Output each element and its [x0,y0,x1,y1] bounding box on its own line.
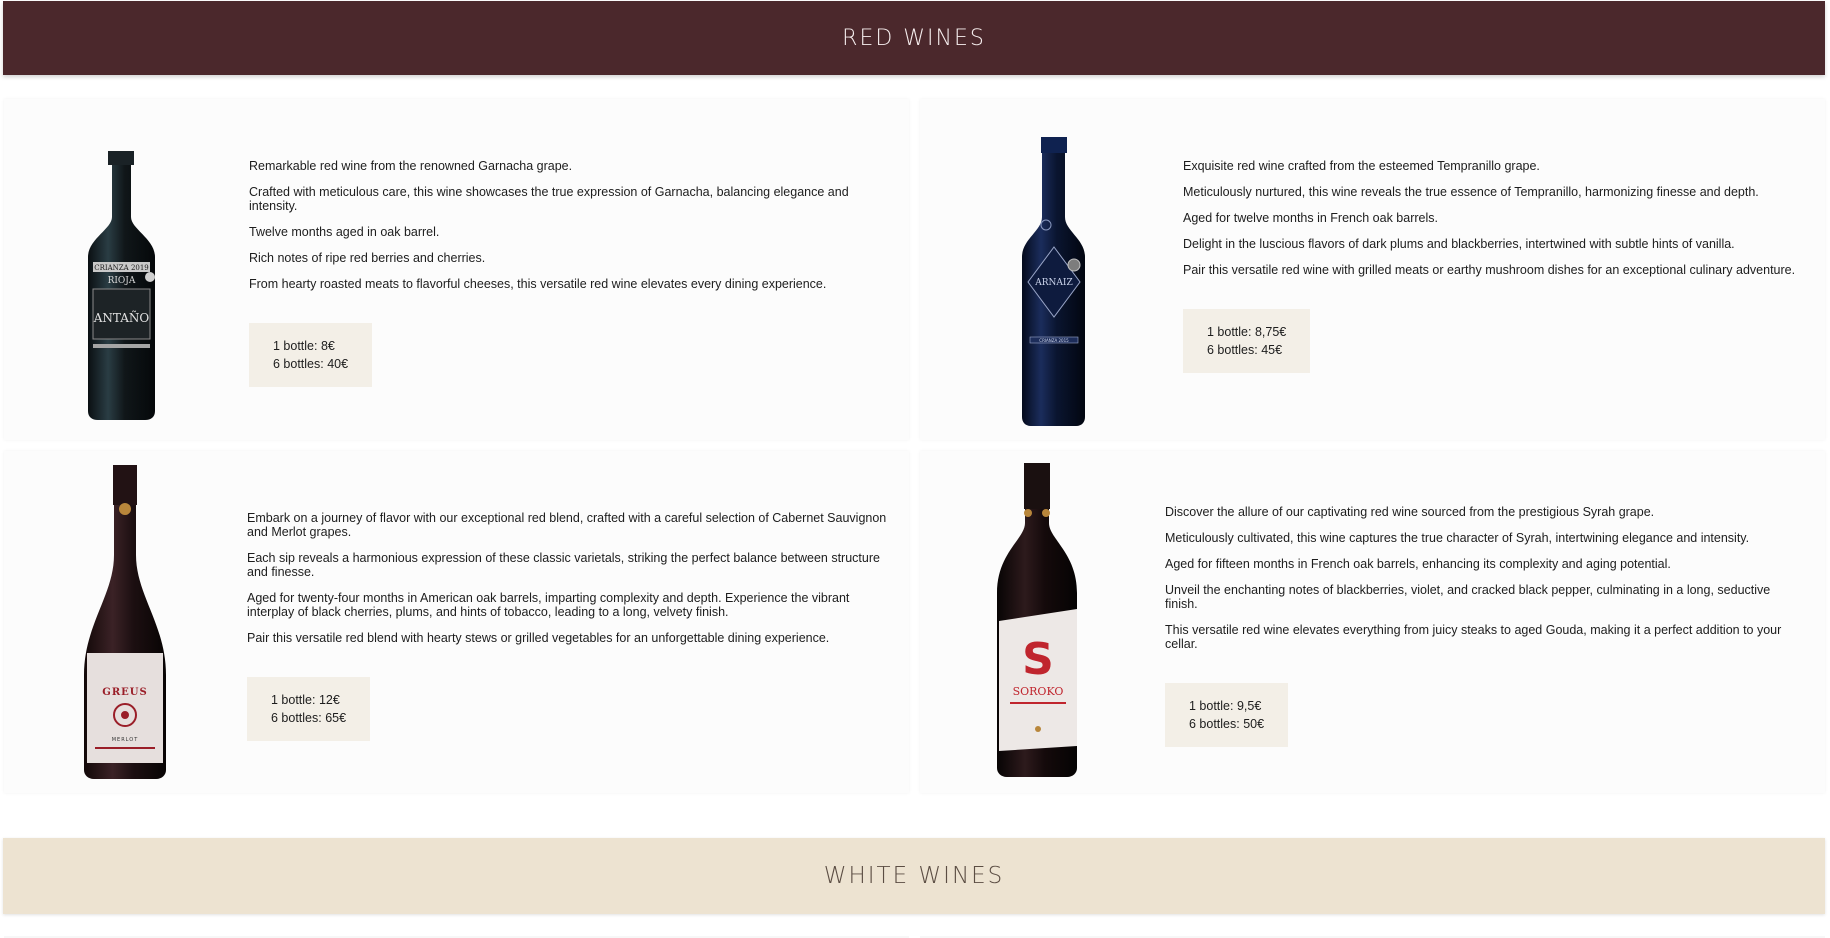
wine-desc-paragraph: This versatile red wine elevates everyth… [1165,623,1782,651]
bottle-label-region: RIOJA [108,276,136,286]
price-single: 1 bottle: 9,5€ [1189,699,1262,713]
wine-description: Remarkable red wine from the renowned Ga… [249,159,879,387]
wine-card: GREUS MERLOT Embark on a journey of flav… [4,451,909,793]
wine-desc-paragraph: Remarkable red wine from the renowned Ga… [249,159,573,173]
white-wines-header: White Wines [3,838,1825,914]
wine-description: Discover the allure of our captivating r… [1165,505,1805,747]
wine-desc-paragraph: Delight in the luscious flavors of dark … [1183,237,1735,251]
wine-desc-paragraph: Aged for twenty-four months in American … [247,591,850,619]
bottle-label-brand: SOROKO [1013,685,1064,698]
price-single: 1 bottle: 8,75€ [1207,325,1287,339]
wine-bottle-icon: S SOROKO [997,463,1077,777]
red-wines-title: Red Wines [842,25,986,51]
price-box: 1 bottle: 8,75€ 6 bottles: 45€ [1183,309,1311,373]
wine-desc-paragraph: From hearty roasted meats to flavorful c… [249,277,827,291]
bottle-label-brand: ANTAÑO [93,310,150,325]
wine-desc-paragraph: Discover the allure of our captivating r… [1165,505,1655,519]
wine-desc-paragraph: Each sip reveals a harmonious expression… [247,551,880,579]
bottle-label-logo: S [1022,634,1054,685]
wine-bottle-icon: ARNAIZ CRIANZA 2015 [1022,137,1085,426]
wine-desc-paragraph: Embark on a journey of flavor with our e… [247,511,887,539]
price-six: 6 bottles: 40€ [273,357,349,371]
wine-desc-paragraph: Exquisite red wine crafted from the este… [1183,159,1540,173]
price-six: 6 bottles: 50€ [1189,717,1265,731]
wine-desc-paragraph: Pair this versatile red wine with grille… [1183,263,1796,277]
price-box: 1 bottle: 9,5€ 6 bottles: 50€ [1165,683,1289,747]
wine-description: Embark on a journey of flavor with our e… [247,511,887,741]
bottle-label-vintage: CRIANZA 2015 [1039,338,1069,343]
red-wines-header: Red Wines [3,1,1825,75]
wine-desc-paragraph: Pair this versatile red blend with heart… [247,631,830,645]
bottle-label-brand: GREUS [102,687,147,698]
white-wines-title: White Wines [823,863,1005,889]
wine-bottle-icon: CRIANZA 2019 RIOJA ANTAÑO [88,151,155,420]
wine-desc-paragraph: Twelve months aged in oak barrel. [249,225,440,239]
price-single: 1 bottle: 8€ [273,339,335,353]
wine-desc-paragraph: Crafted with meticulous care, this wine … [249,185,849,213]
wine-desc-paragraph: Meticulously cultivated, this wine captu… [1165,531,1750,545]
wine-description: Exquisite red wine crafted from the este… [1183,159,1803,373]
price-box: 1 bottle: 12€ 6 bottles: 65€ [247,677,371,741]
price-box: 1 bottle: 8€ 6 bottles: 40€ [249,323,373,387]
wine-card: CRIANZA 2019 RIOJA ANTAÑO Remarkable red… [4,99,909,440]
wine-desc-paragraph: Aged for twelve months in French oak bar… [1183,211,1438,225]
bottle-label-grape: MERLOT [112,737,139,743]
wine-menu-page: Red Wines CRIANZA 2019 RIOJA ANTAÑO [0,0,1830,938]
wine-card: S SOROKO Discover the allure of our capt… [920,451,1825,793]
wine-desc-paragraph: Meticulously nurtured, this wine reveals… [1183,185,1759,199]
bottle-label-vintage: CRIANZA 2019 [94,264,149,272]
wine-desc-paragraph: Unveil the enchanting notes of blackberr… [1165,583,1771,611]
wine-bottle-icon: GREUS MERLOT [84,465,166,779]
price-single: 1 bottle: 12€ [271,693,340,707]
wine-card: ARNAIZ CRIANZA 2015 Exquisite red wine c… [920,99,1825,440]
wine-desc-paragraph: Aged for fifteen months in French oak ba… [1165,557,1671,571]
price-six: 6 bottles: 65€ [271,711,347,725]
bottle-label-brand: ARNAIZ [1034,278,1072,288]
wine-desc-paragraph: Rich notes of ripe red berries and cherr… [249,251,486,265]
price-six: 6 bottles: 45€ [1207,343,1283,357]
